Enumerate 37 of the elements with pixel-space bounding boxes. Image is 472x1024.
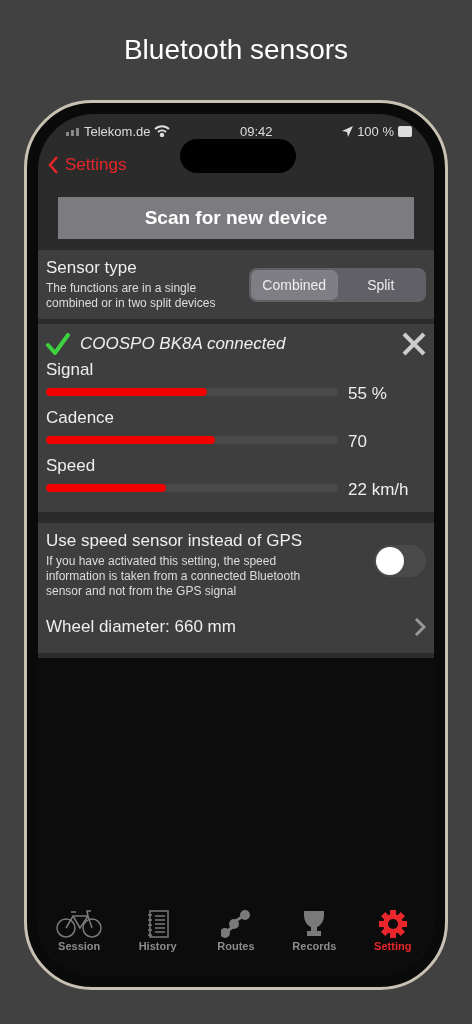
route-icon bbox=[220, 910, 251, 938]
sensor-type-title: Sensor type bbox=[46, 258, 138, 278]
chevron-left-icon bbox=[48, 156, 59, 174]
device-name: COOSPO BK8A connected bbox=[80, 334, 286, 354]
wifi-icon bbox=[154, 125, 171, 137]
tab-item[interactable]: Setting bbox=[357, 910, 428, 976]
trophy-icon bbox=[302, 910, 327, 938]
battery-icon bbox=[398, 125, 412, 137]
metric-reading: 22 km/h bbox=[348, 480, 410, 500]
segment-option[interactable]: Split bbox=[337, 269, 424, 300]
close-icon[interactable] bbox=[402, 332, 426, 356]
speed-sensor-toggle[interactable] bbox=[374, 545, 426, 577]
signal-icon bbox=[66, 126, 80, 136]
notebook-icon bbox=[146, 910, 169, 938]
sensor-type-description: The functions are in a single combined or in two split devices bbox=[46, 281, 217, 311]
battery-percent: 100 % bbox=[357, 123, 394, 139]
speed-sensor-description: If you have activated this setting, the speed information is taken from a connected Bluetooth sensor and not from the GPS signal bbox=[46, 554, 302, 599]
back-link[interactable]: Settings bbox=[48, 155, 127, 175]
tab-item[interactable]: Records bbox=[279, 910, 350, 976]
metric-label: Speed bbox=[46, 456, 97, 476]
location-icon bbox=[342, 125, 354, 137]
metric-reading: 70 bbox=[348, 432, 368, 452]
metric-label: Signal bbox=[46, 360, 95, 380]
tab-item[interactable]: History bbox=[122, 910, 193, 976]
tab-item[interactable]: Session bbox=[44, 910, 115, 976]
segment-option[interactable]: Combined bbox=[251, 269, 338, 300]
speed-sensor-title: Use speed sensor instead of GPS bbox=[46, 531, 304, 551]
scan-button[interactable]: Scan for new device bbox=[58, 197, 414, 239]
page-headline: Bluetooth sensors bbox=[123, 34, 349, 67]
status-time: 09:42 bbox=[240, 123, 273, 139]
chevron-right-icon[interactable] bbox=[414, 617, 426, 637]
tab-item[interactable]: Routes bbox=[200, 910, 271, 976]
wheel-diameter-label: Wheel diameter: 660 mm bbox=[46, 617, 236, 637]
metric-label: Cadence bbox=[46, 408, 116, 428]
bicycle-icon bbox=[56, 910, 103, 938]
carrier-name: Telekom.de bbox=[84, 123, 151, 139]
metric-reading: 55 % bbox=[348, 384, 388, 404]
